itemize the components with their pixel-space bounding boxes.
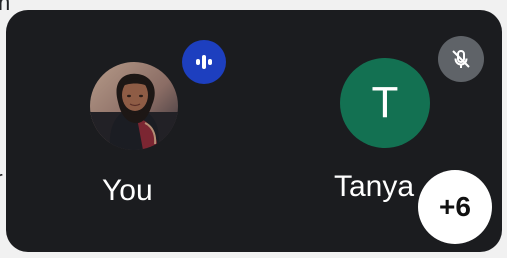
more-participants-button[interactable]: +6 bbox=[418, 170, 492, 244]
meeting-screen: n r bbox=[0, 0, 507, 258]
audio-level-icon bbox=[182, 40, 226, 84]
participant-name: You bbox=[102, 174, 153, 207]
participant-name: Tanya bbox=[334, 170, 415, 203]
participant-tile-you[interactable]: You bbox=[6, 10, 254, 252]
mic-off-icon bbox=[438, 36, 484, 82]
avatar bbox=[90, 62, 178, 150]
avatar: T bbox=[340, 58, 430, 148]
background-text-fragment: r bbox=[0, 168, 3, 191]
profile-photo bbox=[90, 62, 178, 150]
